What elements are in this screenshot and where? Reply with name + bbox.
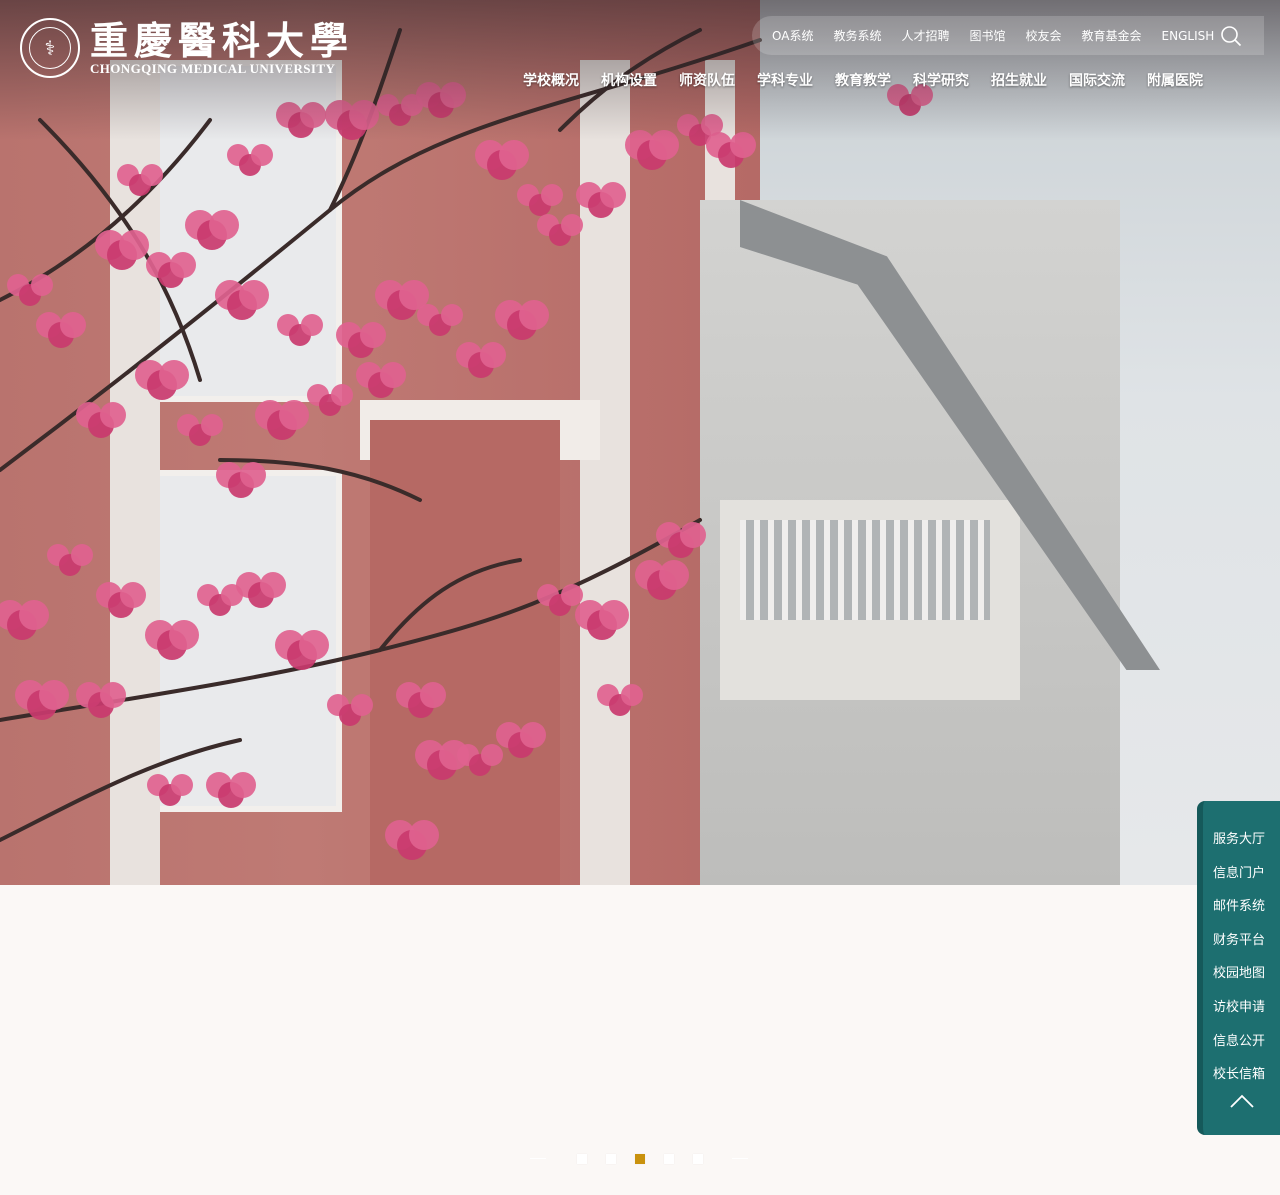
logo-english-name: CHONGQING MEDICAL UNIVERSITY (90, 61, 336, 76)
side-link-service-hall[interactable]: 服务大厅 (1203, 827, 1280, 861)
nav-international[interactable]: 国际交流 (1069, 70, 1125, 90)
toplink-academic-affairs[interactable]: 教务系统 (833, 27, 881, 44)
carousel-dot[interactable] (577, 1154, 587, 1164)
carousel-dot[interactable] (693, 1154, 703, 1164)
nav-disciplines[interactable]: 学科专业 (757, 70, 813, 90)
toplink-english[interactable]: ENGLISH (1162, 29, 1215, 43)
logo-chinese-name: 重慶醫科大學 (90, 18, 355, 63)
side-link-visit-apply[interactable]: 访校申请 (1203, 995, 1280, 1029)
toplink-foundation[interactable]: 教育基金会 (1082, 27, 1142, 44)
side-link-campus-map[interactable]: 校园地图 (1203, 961, 1280, 995)
side-link-info-disclosure[interactable]: 信息公开 (1203, 1029, 1280, 1063)
university-logo[interactable]: ⚕ 重慶醫科大學 CHONGQING MEDICAL UNIVERSITY (20, 18, 354, 78)
side-link-finance[interactable]: 财务平台 (1203, 928, 1280, 962)
toplink-recruitment[interactable]: 人才招聘 (901, 27, 949, 44)
carousel-prev-line[interactable] (530, 1158, 546, 1159)
toplink-alumni[interactable]: 校友会 (1026, 27, 1062, 44)
back-to-top-chevron-up-icon[interactable] (1229, 1091, 1255, 1109)
nav-research[interactable]: 科学研究 (913, 70, 969, 90)
nav-faculty[interactable]: 师资队伍 (679, 70, 735, 90)
nav-education[interactable]: 教育教学 (835, 70, 891, 90)
carousel-pagination (530, 1152, 750, 1166)
side-link-mail[interactable]: 邮件系统 (1203, 894, 1280, 928)
nav-about[interactable]: 学校概况 (523, 70, 579, 90)
carousel-dot-active[interactable] (635, 1154, 645, 1164)
top-links-bar: OA系统 教务系统 人才招聘 图书馆 校友会 教育基金会 ENGLISH (752, 16, 1264, 55)
carousel-dot[interactable] (664, 1154, 674, 1164)
university-emblem-icon: ⚕ (20, 18, 80, 78)
nav-organization[interactable]: 机构设置 (601, 70, 657, 90)
side-link-info-portal[interactable]: 信息门户 (1203, 861, 1280, 895)
hero-banner (0, 0, 1280, 885)
service-side-panel: 服务大厅 信息门户 邮件系统 财务平台 校园地图 访校申请 信息公开 校长信箱 (1197, 801, 1280, 1135)
main-nav: 学校概况 机构设置 师资队伍 学科专业 教育教学 科学研究 招生就业 国际交流 … (512, 70, 1214, 90)
carousel-next-line[interactable] (732, 1158, 748, 1159)
search-icon[interactable] (1220, 25, 1242, 47)
nav-hospitals[interactable]: 附属医院 (1147, 70, 1203, 90)
carousel-dot[interactable] (606, 1154, 616, 1164)
nav-admissions[interactable]: 招生就业 (991, 70, 1047, 90)
toplink-oa[interactable]: OA系统 (772, 27, 813, 44)
toplink-library[interactable]: 图书馆 (969, 27, 1005, 44)
